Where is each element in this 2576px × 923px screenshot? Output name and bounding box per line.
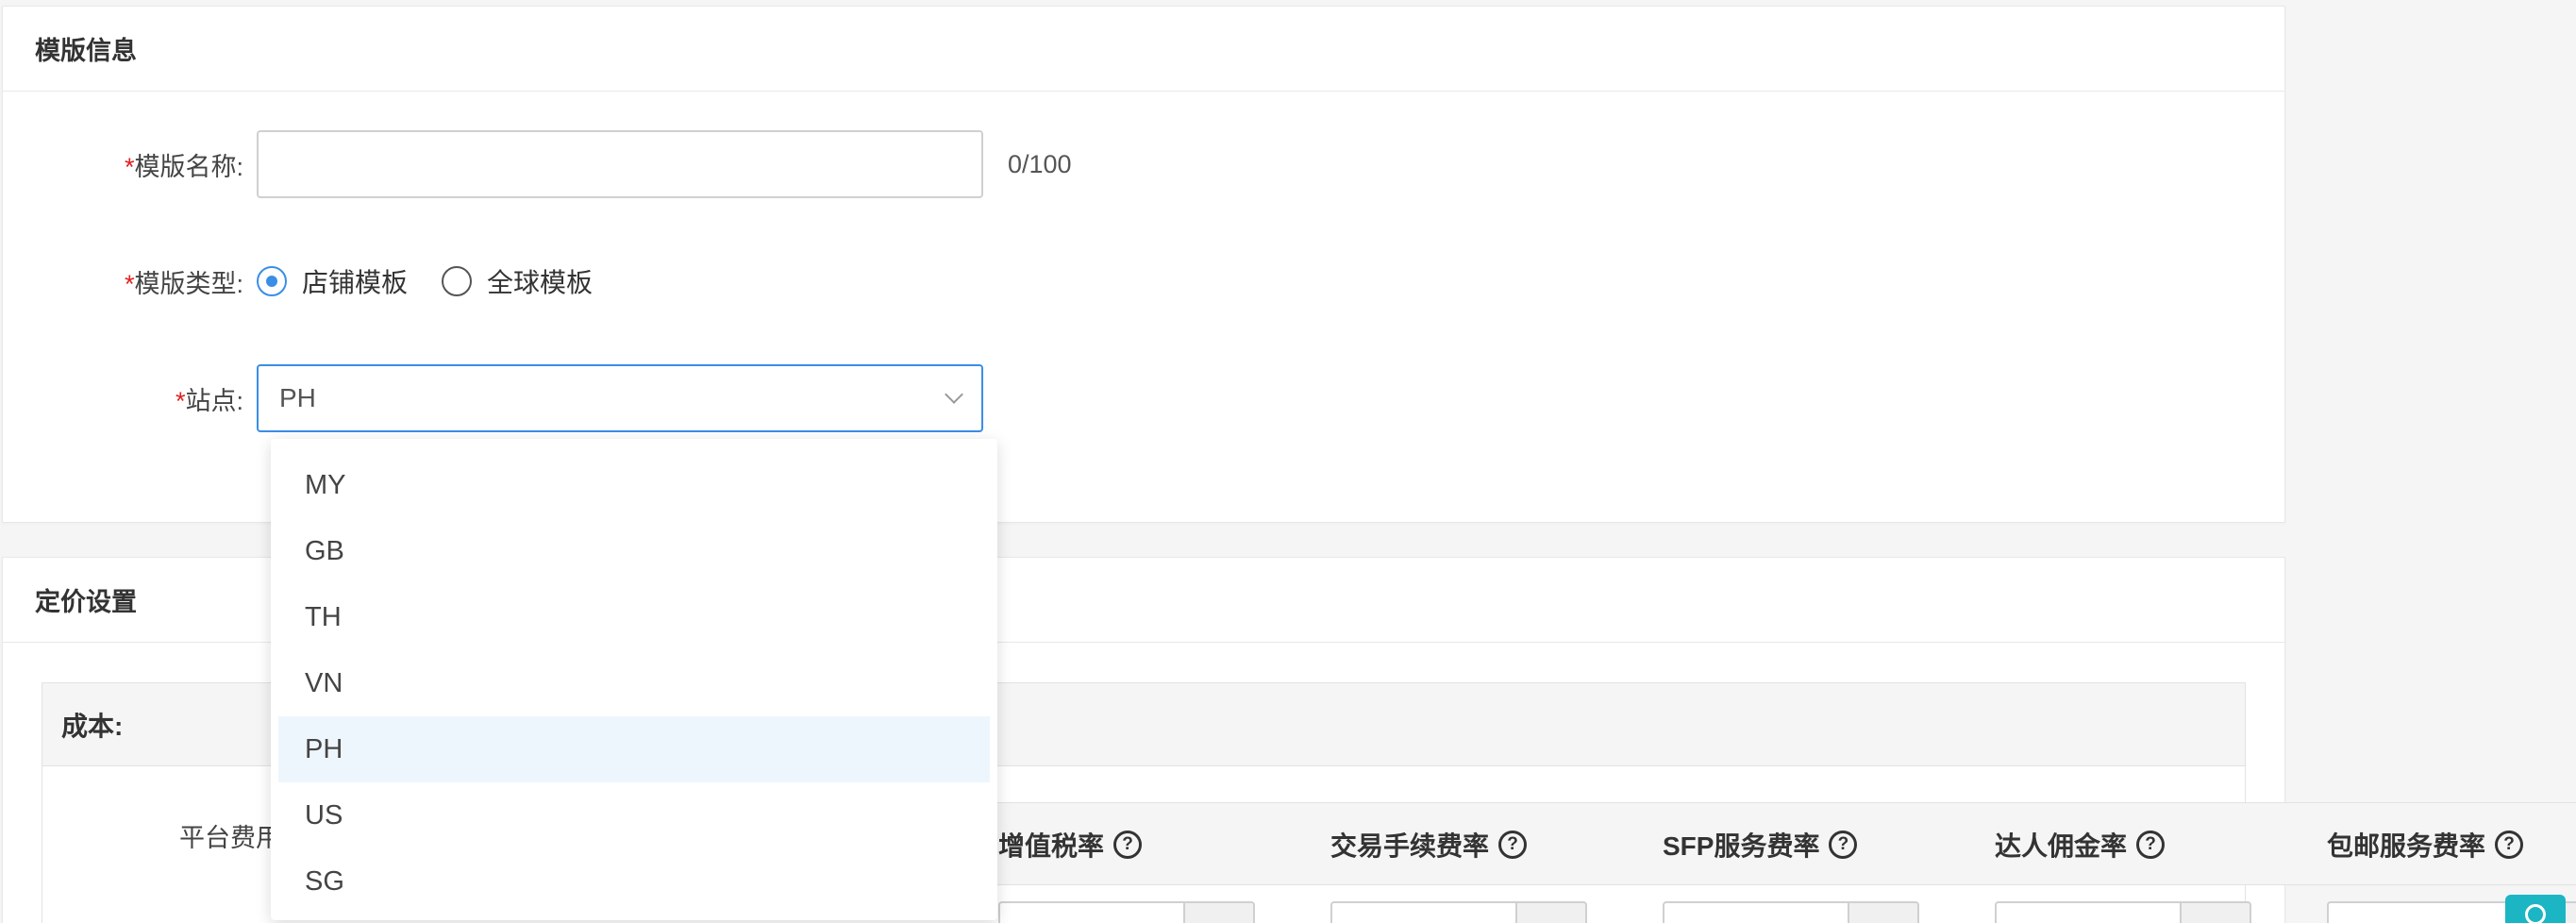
fee-col-vat: 增值税率 ? <box>998 803 1143 886</box>
fee-suffix <box>1515 901 1587 923</box>
site-option-gb[interactable]: GB <box>278 518 990 584</box>
template-type-label: *模版类型: <box>124 269 243 298</box>
help-icon[interactable]: ? <box>2136 831 2166 859</box>
fee-col-sfp: SFP服务费率 ? <box>1663 803 1858 886</box>
site-row: *站点: PH <box>2 364 983 432</box>
fee-input-sfp[interactable] <box>1663 901 1919 923</box>
template-name-counter: 0/100 <box>1008 149 1072 178</box>
site-option-th[interactable]: TH <box>278 584 990 650</box>
radio-checked-icon <box>257 266 287 296</box>
fee-col-influencer: 达人佣金率 ? <box>1995 803 2166 886</box>
template-name-input[interactable] <box>257 130 983 198</box>
radio-unchecked-icon <box>442 266 473 296</box>
fee-col-transaction: 交易手续费率 ? <box>1330 803 1528 886</box>
required-mark: * <box>124 269 135 298</box>
template-type-row: *模版类型: 店铺模板 全球模板 <box>2 262 627 300</box>
fee-rate-header: 增值税率 ? 交易手续费率 ? SFP服务费率 ? 达人佣金率 ? 包邮服务费率… <box>981 802 2576 885</box>
fee-suffix <box>2180 901 2251 923</box>
site-option-us[interactable]: US <box>278 782 990 848</box>
help-icon[interactable]: ? <box>1498 831 1528 859</box>
site-option-vn[interactable]: VN <box>278 650 990 716</box>
fee-input[interactable] <box>2327 901 2512 923</box>
chat-icon <box>2525 904 2546 923</box>
fee-input-transaction[interactable] <box>1330 901 1587 923</box>
template-info-title: 模版信息 <box>3 7 2284 92</box>
help-icon[interactable]: ? <box>1113 831 1143 859</box>
template-type-radio-group: 店铺模板 全球模板 <box>257 262 627 300</box>
site-option-my[interactable]: MY <box>278 452 990 518</box>
required-mark: * <box>124 152 135 181</box>
radio-global-template-label: 全球模板 <box>487 268 594 297</box>
template-name-label: *模版名称: <box>124 152 243 181</box>
fee-input[interactable] <box>1995 901 2180 923</box>
site-select[interactable]: PH <box>257 364 983 432</box>
site-option-sg[interactable]: SG <box>278 848 990 915</box>
chevron-down-icon <box>945 385 963 404</box>
site-label: *站点: <box>175 386 243 415</box>
template-name-row: *模版名称: 0/100 <box>2 130 1072 198</box>
help-icon[interactable]: ? <box>2495 831 2524 859</box>
fee-input-vat[interactable] <box>998 901 1255 923</box>
support-chat-button[interactable] <box>2505 895 2566 923</box>
radio-global-template[interactable]: 全球模板 <box>442 262 593 300</box>
fee-input[interactable] <box>1663 901 1848 923</box>
fee-input[interactable] <box>998 901 1183 923</box>
site-option-ph[interactable]: PH <box>278 716 990 782</box>
radio-store-template[interactable]: 店铺模板 <box>257 262 408 300</box>
radio-store-template-label: 店铺模板 <box>302 268 409 297</box>
fee-input-influencer[interactable] <box>1995 901 2251 923</box>
fee-input[interactable] <box>1330 901 1515 923</box>
required-mark: * <box>175 386 186 415</box>
site-select-value: PH <box>279 383 316 412</box>
platform-fee-label: 平台费用 <box>179 824 281 852</box>
fee-suffix <box>1848 901 1919 923</box>
fee-suffix <box>1183 901 1255 923</box>
site-dropdown-menu: MY GB TH VN PH US SG <box>271 439 997 920</box>
fee-col-free-shipping: 包邮服务费率 ? <box>2327 803 2524 886</box>
help-icon[interactable]: ? <box>1829 831 1858 859</box>
